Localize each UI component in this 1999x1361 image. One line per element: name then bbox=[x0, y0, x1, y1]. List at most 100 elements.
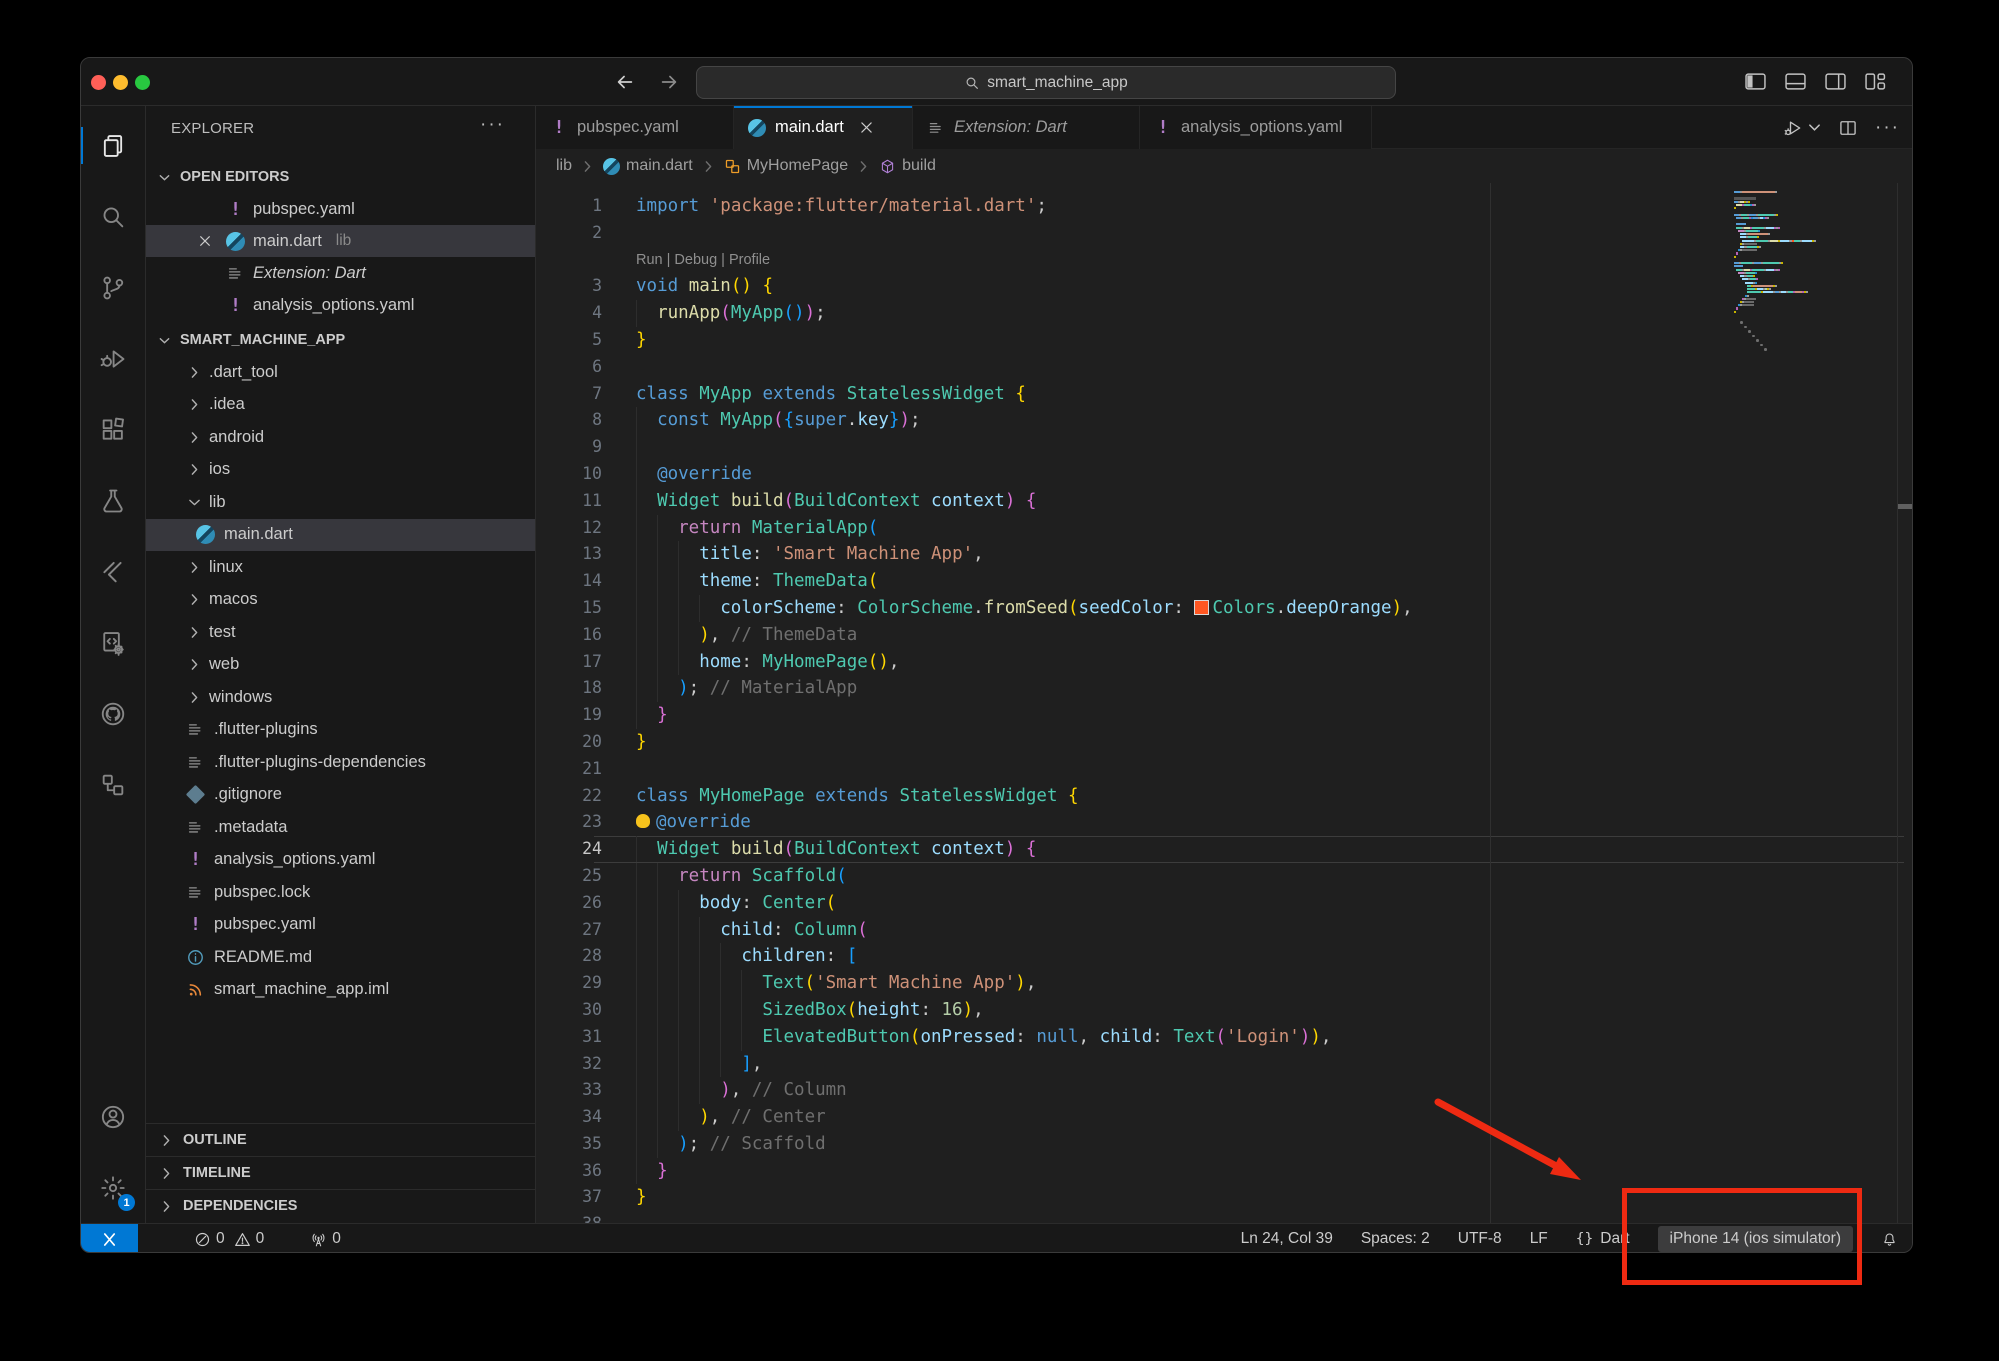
code-line[interactable]: 34 ), // Center bbox=[536, 1104, 1913, 1131]
close-window-button[interactable] bbox=[91, 75, 106, 90]
activity-item-github[interactable] bbox=[81, 678, 145, 749]
code-line[interactable]: 22class MyHomePage extends StatelessWidg… bbox=[536, 783, 1913, 810]
line-number[interactable]: 19 bbox=[536, 702, 602, 729]
status-cursor-position[interactable]: Ln 24, Col 39 bbox=[1241, 1226, 1333, 1252]
activity-item-source-control[interactable] bbox=[81, 252, 145, 323]
line-number[interactable]: 1 bbox=[536, 193, 602, 220]
code-line[interactable]: 21 bbox=[536, 756, 1913, 783]
line-number[interactable]: 9 bbox=[536, 434, 602, 461]
code-line[interactable]: 26 body: Center( bbox=[536, 890, 1913, 917]
code-line[interactable]: 20} bbox=[536, 729, 1913, 756]
breadcrumb-item-build[interactable]: build bbox=[879, 157, 936, 175]
status-eol[interactable]: LF bbox=[1530, 1226, 1548, 1252]
sidebar-section-timeline[interactable]: TIMELINE bbox=[146, 1156, 535, 1189]
editor-more-actions-icon[interactable]: ··· bbox=[1875, 117, 1900, 139]
line-number[interactable]: 10 bbox=[536, 461, 602, 488]
tree-folder-lib[interactable]: lib bbox=[146, 486, 535, 519]
tree-file--metadata[interactable]: .metadata bbox=[146, 811, 535, 844]
status-language-mode[interactable]: {}Dart bbox=[1576, 1226, 1630, 1252]
minimize-window-button[interactable] bbox=[113, 75, 128, 90]
code-line[interactable]: 11 Widget build(BuildContext context) { bbox=[536, 488, 1913, 515]
code-line[interactable]: 3void main() { bbox=[536, 273, 1913, 300]
tree-file--gitignore[interactable]: .gitignore bbox=[146, 779, 535, 812]
code-line[interactable]: 37} bbox=[536, 1184, 1913, 1211]
code-line[interactable]: 9 bbox=[536, 434, 1913, 461]
line-number[interactable]: 7 bbox=[536, 381, 602, 408]
line-number[interactable]: 5 bbox=[536, 327, 602, 354]
code-line[interactable]: 1import 'package:flutter/material.dart'; bbox=[536, 193, 1913, 220]
line-number[interactable]: 27 bbox=[536, 917, 602, 944]
code-line[interactable]: 10 @override bbox=[536, 461, 1913, 488]
code-line[interactable]: 18 ); // MaterialApp bbox=[536, 675, 1913, 702]
codelens-run-debug-profile[interactable]: Run | Debug | Profile bbox=[636, 247, 770, 274]
tree-folder-linux[interactable]: linux bbox=[146, 551, 535, 584]
tree-folder--idea[interactable]: .idea bbox=[146, 389, 535, 422]
line-number[interactable]: 17 bbox=[536, 649, 602, 676]
line-number[interactable]: 33 bbox=[536, 1077, 602, 1104]
line-number[interactable]: 35 bbox=[536, 1131, 602, 1158]
activity-item-search[interactable] bbox=[81, 181, 145, 252]
activity-item-flutter[interactable] bbox=[81, 536, 145, 607]
code-line[interactable]: 14 theme: ThemeData( bbox=[536, 568, 1913, 595]
line-number[interactable]: 29 bbox=[536, 970, 602, 997]
line-number[interactable]: 34 bbox=[536, 1104, 602, 1131]
line-number[interactable]: 28 bbox=[536, 943, 602, 970]
line-number[interactable]: 8 bbox=[536, 407, 602, 434]
code-line[interactable]: 33 ), // Column bbox=[536, 1077, 1913, 1104]
activity-item-references[interactable] bbox=[81, 749, 145, 820]
command-center-search[interactable]: smart_machine_app bbox=[696, 66, 1396, 99]
code-line[interactable]: 19 } bbox=[536, 702, 1913, 729]
activity-item-settings[interactable]: 1 bbox=[81, 1152, 145, 1223]
activity-item-run-debug[interactable] bbox=[81, 323, 145, 394]
code-line[interactable]: 27 child: Column( bbox=[536, 917, 1913, 944]
code-line[interactable]: 15 colorScheme: ColorScheme.fromSeed(see… bbox=[536, 595, 1913, 622]
line-number[interactable]: 14 bbox=[536, 568, 602, 595]
code-line[interactable]: 4 runApp(MyApp()); bbox=[536, 300, 1913, 327]
line-number[interactable]: 3 bbox=[536, 273, 602, 300]
color-swatch-deep-orange[interactable] bbox=[1194, 600, 1209, 615]
scrollbar-track[interactable] bbox=[1897, 183, 1898, 1223]
minimap[interactable] bbox=[1734, 191, 1879, 357]
open-editor-item[interactable]: !pubspec.yaml bbox=[146, 193, 535, 225]
tree-file-smart-machine-app-iml[interactable]: smart_machine_app.iml bbox=[146, 974, 535, 1007]
line-number[interactable]: 25 bbox=[536, 863, 602, 890]
line-number[interactable]: 24 bbox=[536, 836, 602, 863]
open-editor-item[interactable]: Extension: Dart bbox=[146, 257, 535, 289]
line-number[interactable]: 22 bbox=[536, 783, 602, 810]
line-number[interactable]: 13 bbox=[536, 541, 602, 568]
line-number[interactable]: 12 bbox=[536, 515, 602, 542]
tab-main-dart[interactable]: main.dart bbox=[734, 106, 913, 149]
project-root-header[interactable]: SMART_MACHINE_APP bbox=[146, 324, 535, 356]
open-editor-item[interactable]: main.dartlib bbox=[146, 225, 535, 257]
code-editor[interactable]: 1import 'package:flutter/material.dart';… bbox=[536, 183, 1913, 1223]
remote-indicator[interactable] bbox=[81, 1224, 138, 1253]
line-number[interactable]: 4 bbox=[536, 300, 602, 327]
tree-folder-macos[interactable]: macos bbox=[146, 584, 535, 617]
open-editors-header[interactable]: OPEN EDITORS bbox=[146, 161, 535, 193]
code-line[interactable]: 17 home: MyHomePage(), bbox=[536, 649, 1913, 676]
tree-folder--dart-tool[interactable]: .dart_tool bbox=[146, 356, 535, 389]
activity-item-testing[interactable] bbox=[81, 465, 145, 536]
line-number[interactable]: 18 bbox=[536, 675, 602, 702]
tree-folder-windows[interactable]: windows bbox=[146, 681, 535, 714]
activity-item-extensions[interactable] bbox=[81, 394, 145, 465]
sidebar-more-actions-icon[interactable]: ··· bbox=[480, 114, 505, 136]
tree-file--flutter-plugins-dependencies[interactable]: .flutter-plugins-dependencies bbox=[146, 746, 535, 779]
sidebar-section-dependencies[interactable]: DEPENDENCIES bbox=[146, 1189, 535, 1222]
tab-analysis-options-yaml[interactable]: !analysis_options.yaml bbox=[1140, 106, 1372, 149]
code-line[interactable]: 32 ], bbox=[536, 1051, 1913, 1078]
line-number[interactable]: 21 bbox=[536, 756, 602, 783]
tree-file--flutter-plugins[interactable]: .flutter-plugins bbox=[146, 714, 535, 747]
open-editor-item[interactable]: !analysis_options.yaml bbox=[146, 289, 535, 321]
run-or-debug-icon[interactable] bbox=[1783, 118, 1803, 138]
zoom-window-button[interactable] bbox=[135, 75, 150, 90]
line-number[interactable]: 23 bbox=[536, 809, 602, 836]
breadcrumb-item-myhomepage[interactable]: MyHomePage bbox=[724, 157, 848, 175]
line-number[interactable]: 31 bbox=[536, 1024, 602, 1051]
close-icon[interactable] bbox=[197, 233, 213, 249]
forward-arrow-icon[interactable] bbox=[658, 71, 680, 93]
sidebar-section-outline[interactable]: OUTLINE bbox=[146, 1123, 535, 1156]
tree-folder-ios[interactable]: ios bbox=[146, 454, 535, 487]
lightbulb-icon[interactable] bbox=[636, 814, 650, 828]
tree-file-pubspec-yaml[interactable]: !pubspec.yaml bbox=[146, 909, 535, 942]
